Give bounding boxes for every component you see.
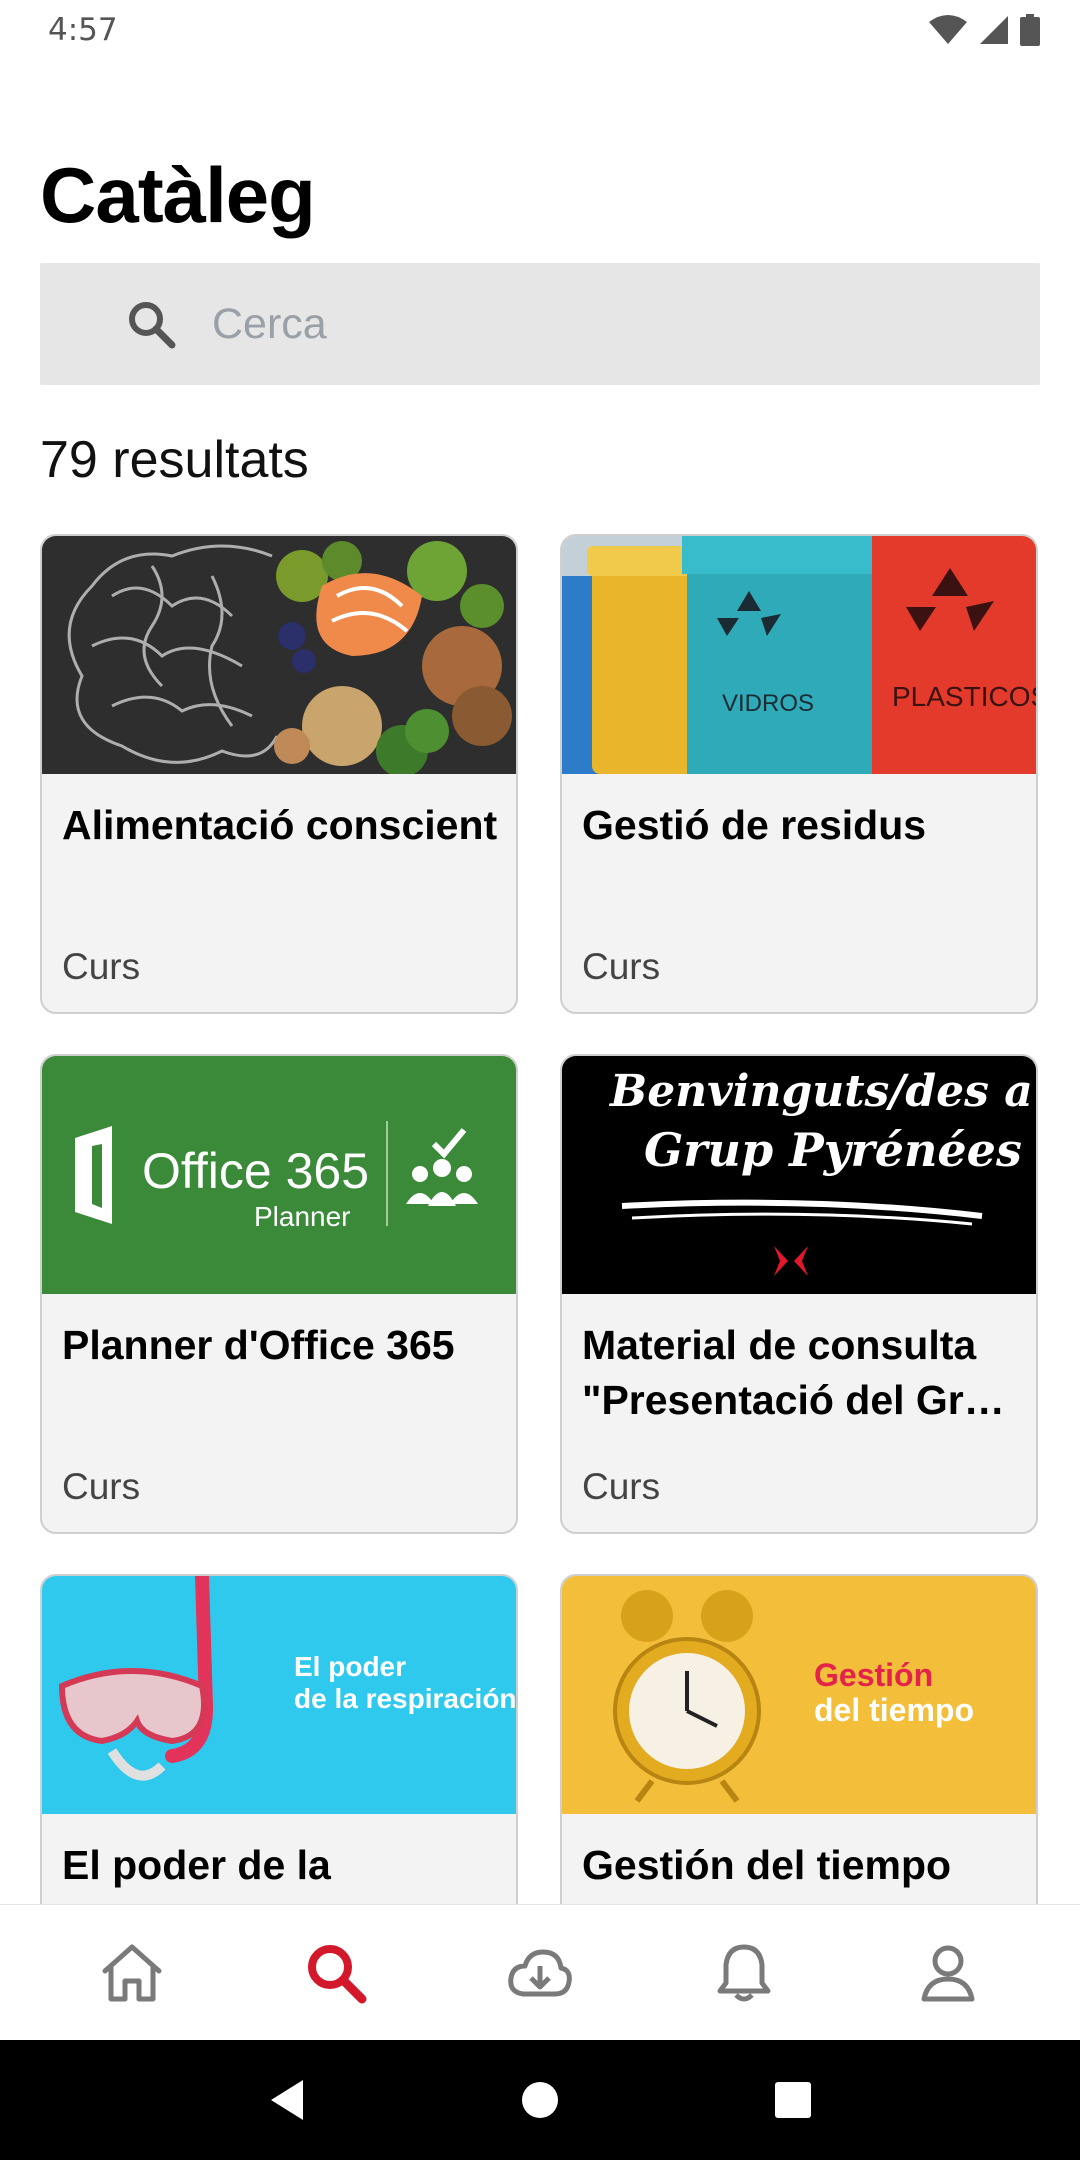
- card-type: Curs: [62, 1466, 141, 1507]
- course-card-planner[interactable]: Office 365 Planner Planner d'Office 365 …: [40, 1054, 518, 1534]
- page-title: Catàleg: [40, 151, 316, 239]
- pyrenees-banner-line1: Benvinguts/des a: [608, 1066, 1033, 1117]
- status-bar: 4:57: [0, 0, 1080, 62]
- system-nav-bar: [0, 2040, 1080, 2160]
- bell-icon: [717, 1944, 771, 2001]
- recents-button[interactable]: [748, 2055, 838, 2145]
- course-image-alarm-clock: Gestión del tiempo: [562, 1576, 1036, 1814]
- nav-profile[interactable]: [888, 1913, 1008, 2033]
- card-title: Gestió de residus: [582, 802, 927, 848]
- card-title: El poder de la respiración: [62, 1842, 331, 1904]
- home-circle-icon: [521, 2082, 558, 2118]
- resp-banner-line2: de la respiración: [294, 1683, 516, 1714]
- card-title: Material de consulta "Presentació del Gr…: [582, 1322, 1014, 1423]
- card-title: Planner d'Office 365: [62, 1322, 455, 1368]
- signal-icon: [980, 16, 1008, 44]
- status-time: 4:57: [48, 12, 118, 48]
- search-input[interactable]: [212, 291, 992, 357]
- course-image-snorkel: El poder de la respiración: [42, 1576, 516, 1814]
- search-icon: [308, 1944, 367, 2003]
- wifi-icon: [929, 15, 967, 44]
- download-cloud-icon: [508, 1949, 572, 1996]
- nav-search[interactable]: [276, 1913, 396, 2033]
- status-icons: [928, 14, 1040, 46]
- card-title: Alimentació conscient: [62, 802, 498, 848]
- course-image-recycling-bins: VIDROS PLASTICOS: [562, 536, 1036, 774]
- catalog-grid: Alimentació conscient Curs VIDROS PLASTI…: [0, 534, 1080, 1904]
- office-banner-sub: Planner: [254, 1201, 351, 1232]
- course-image-food-brain: [42, 536, 516, 774]
- course-image-office-planner: Office 365 Planner: [42, 1056, 516, 1294]
- card-type: Curs: [582, 946, 661, 987]
- nav-downloads[interactable]: [480, 1913, 600, 2033]
- card-type: Curs: [62, 946, 141, 987]
- back-icon: [270, 2080, 303, 2120]
- bin-label-vidros: VIDROS: [722, 690, 814, 717]
- course-card-tiempo[interactable]: Gestión del tiempo Gestión del tiempo Cu…: [560, 1574, 1038, 1904]
- resp-banner-line1: El poder: [294, 1651, 406, 1682]
- recents-icon: [775, 2082, 812, 2118]
- bottom-nav: [0, 1904, 1080, 2040]
- tiempo-banner-line2: del tiempo: [814, 1692, 974, 1728]
- nav-home[interactable]: [72, 1913, 192, 2033]
- pyrenees-banner-line2: Grup Pyrénées: [644, 1123, 1022, 1177]
- home-icon: [102, 1944, 162, 2001]
- profile-icon: [921, 1945, 975, 2001]
- office-logo-icon: [75, 1126, 112, 1224]
- search-bar[interactable]: [40, 263, 1040, 385]
- course-image-benvinguts: Benvinguts/des a Grup Pyrénées: [562, 1056, 1036, 1294]
- search-icon: [129, 302, 176, 349]
- home-button[interactable]: [495, 2055, 585, 2145]
- battery-icon: [1020, 14, 1040, 46]
- card-title: Gestión del tiempo: [582, 1842, 952, 1888]
- bin-label-plasticos: PLASTICOS: [892, 681, 1036, 712]
- course-card-respiracion[interactable]: El poder de la respiración El poder de l…: [40, 1574, 518, 1904]
- results-count: 79 resultats: [40, 431, 309, 489]
- office-banner-name: Office 365: [142, 1143, 369, 1199]
- course-card-presentacio[interactable]: Benvinguts/des a Grup Pyrénées Material …: [560, 1054, 1038, 1534]
- card-type: Curs: [582, 1466, 661, 1507]
- course-card-alimentacio[interactable]: Alimentació conscient Curs: [40, 534, 518, 1014]
- tiempo-banner-line1: Gestión: [814, 1657, 933, 1693]
- course-card-residus[interactable]: VIDROS PLASTICOS Gestió de residus Curs: [560, 534, 1038, 1014]
- nav-notifications[interactable]: [684, 1913, 804, 2033]
- back-button[interactable]: [242, 2055, 332, 2145]
